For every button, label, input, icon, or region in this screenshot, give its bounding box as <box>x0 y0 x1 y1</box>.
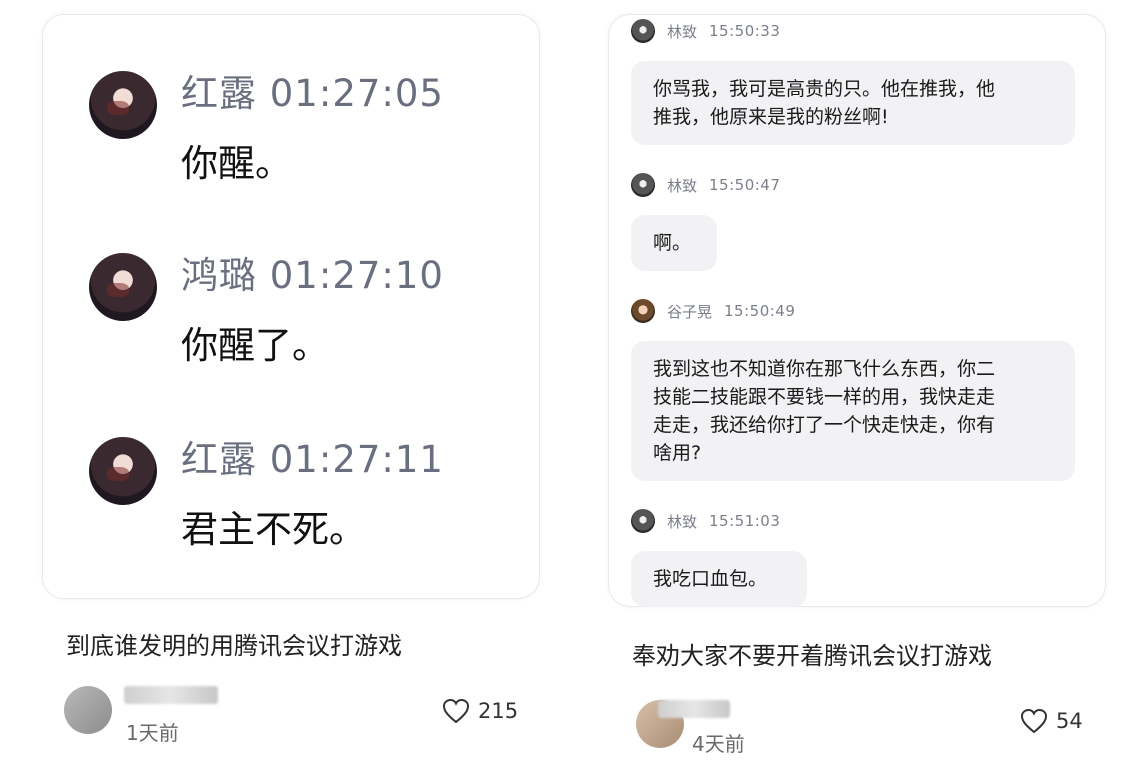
heart-outline-icon <box>442 698 470 724</box>
like-button[interactable]: 54 <box>1020 708 1083 734</box>
sender-line: 林致 15:50:33 <box>631 17 780 45</box>
sender-name: 红露 <box>181 72 257 115</box>
message-time: 15:50:49 <box>724 302 796 320</box>
message-line: 推我，他原来是我的粉丝啊! <box>653 106 889 128</box>
sender-line: 鸿璐 01:27:10 <box>181 245 444 299</box>
message-time: 01:27:05 <box>269 72 444 115</box>
author-avatar[interactable] <box>64 686 112 734</box>
message-line: 啊。 <box>653 232 692 254</box>
like-count: 54 <box>1056 709 1083 733</box>
message-text: 你醒。 <box>181 142 292 185</box>
message-line: 走走，我还给你打了一个快走快走，你有 <box>653 414 996 436</box>
message-time: 15:50:33 <box>709 22 781 40</box>
sender-name: 林致 <box>667 512 698 531</box>
message-line: 技能二技能跟不要钱一样的用，我快走走 <box>653 386 996 408</box>
chat-screenshot[interactable]: 林致 15:50:33 你骂我，我可是高贵的只。他在推我，他 推我，他原来是我的… <box>608 14 1106 607</box>
like-count: 215 <box>478 699 519 723</box>
sender-line: 红露 01:27:11 <box>181 429 444 483</box>
message-line: 你骂我，我可是高贵的只。他在推我，他 <box>653 78 996 100</box>
author-name-blurred[interactable] <box>658 700 730 718</box>
message-bubble: 我吃口血包。 <box>631 551 807 607</box>
heart-outline-icon <box>1020 708 1048 734</box>
sender-name: 林致 <box>667 22 698 41</box>
avatar <box>89 253 157 321</box>
post-title[interactable]: 奉劝大家不要开着腾讯会议打游戏 <box>632 636 992 671</box>
sender-name: 谷子晃 <box>667 302 713 321</box>
message-line: 我到这也不知道你在那飞什么东西，你二 <box>653 358 996 380</box>
sender-name: 鸿璐 <box>181 254 257 297</box>
message-bubble: 啊。 <box>631 215 717 271</box>
message-line: 啥用? <box>653 442 702 464</box>
avatar <box>89 71 157 139</box>
post-date: 1天前 <box>126 721 179 745</box>
message-line: 我吃口血包。 <box>653 568 768 590</box>
message-bubble: 你骂我，我可是高贵的只。他在推我，他 推我，他原来是我的粉丝啊! <box>631 61 1075 145</box>
sender-line: 谷子晃 15:50:49 <box>631 297 795 325</box>
message-time: 01:27:11 <box>269 438 444 481</box>
author-name-blurred[interactable] <box>124 686 218 704</box>
sender-line: 红露 01:27:05 <box>181 63 444 117</box>
sender-line: 林致 15:51:03 <box>631 507 780 535</box>
post-date: 4天前 <box>692 732 745 756</box>
avatar <box>631 299 655 323</box>
like-button[interactable]: 215 <box>442 698 518 724</box>
sender-line: 林致 15:50:47 <box>631 171 780 199</box>
chat-screenshot[interactable]: 红露 01:27:05 你醒。 鸿璐 01:27:10 你醒了。 红露 01:2… <box>42 14 540 599</box>
message-text: 你醒了。 <box>181 324 329 367</box>
avatar <box>631 173 655 197</box>
avatar <box>631 19 655 43</box>
avatar <box>631 509 655 533</box>
avatar <box>89 437 157 505</box>
sender-name: 林致 <box>667 176 698 195</box>
message-text: 君主不死。 <box>181 508 366 551</box>
message-time: 01:27:10 <box>269 254 444 297</box>
message-bubble: 我到这也不知道你在那飞什么东西，你二 技能二技能跟不要钱一样的用，我快走走 走走… <box>631 341 1075 481</box>
message-time: 15:51:03 <box>709 512 781 530</box>
sender-name: 红露 <box>181 438 257 481</box>
message-time: 15:50:47 <box>709 176 781 194</box>
post-title[interactable]: 到底谁发明的用腾讯会议打游戏 <box>66 626 402 661</box>
